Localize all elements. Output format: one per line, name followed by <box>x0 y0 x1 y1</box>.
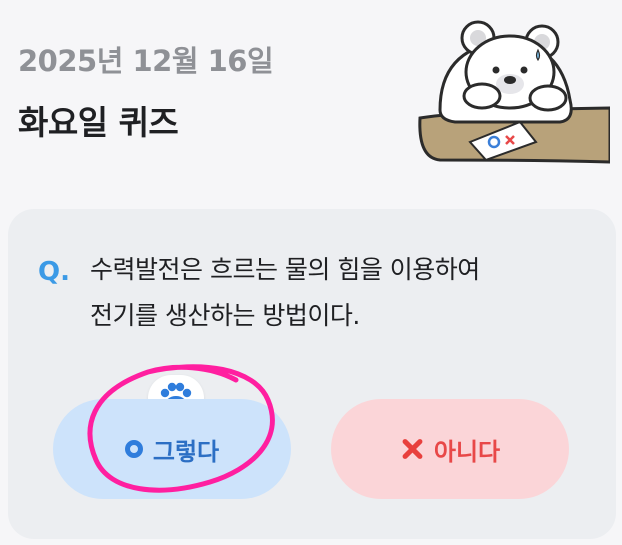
answer-yes-label: 그렇다 <box>152 437 220 466</box>
answer-no-button[interactable]: 아니다 <box>331 399 569 499</box>
quiz-date: 2025년 12월 16일 <box>18 44 274 78</box>
o-circle-icon <box>124 440 143 458</box>
quiz-header: 2025년 12월 16일 화요일 퀴즈 <box>0 0 622 200</box>
answer-yes-button[interactable]: 그렇다 <box>53 399 291 499</box>
answer-no-label: 아니다 <box>433 437 501 466</box>
quiz-card: Q. 수력발전은 흐르는 물의 힘을 이용하여 전기를 생산하는 방법이다. 그… <box>8 209 616 539</box>
question-line-1: 수력발전은 흐르는 물의 힘을 이용하여 <box>90 255 480 284</box>
question-text: 수력발전은 흐르는 물의 힘을 이용하여 전기를 생산하는 방법이다. <box>90 247 560 339</box>
question-marker: Q. <box>38 257 70 287</box>
page-title: 화요일 퀴즈 <box>18 103 179 142</box>
bear-mascot-illustration <box>418 20 610 164</box>
x-cross-icon <box>400 437 424 461</box>
question-line-2: 전기를 생산하는 방법이다. <box>90 301 360 330</box>
